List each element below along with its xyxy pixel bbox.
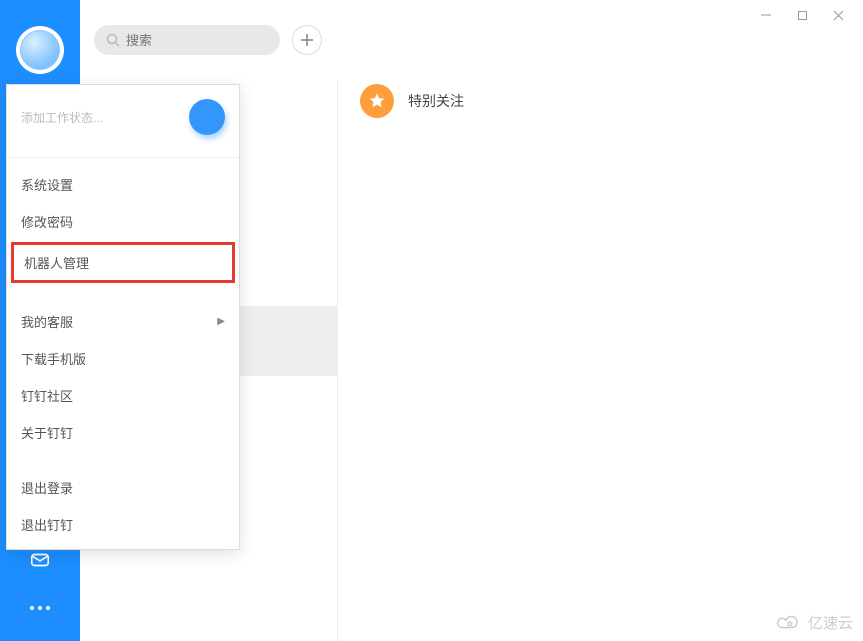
watermark-icon bbox=[774, 614, 802, 632]
maximize-button[interactable] bbox=[795, 8, 809, 22]
menu-download-mobile[interactable]: 下载手机版 bbox=[7, 340, 239, 377]
minimize-button[interactable] bbox=[759, 8, 773, 22]
status-avatar-icon bbox=[189, 99, 225, 135]
search-input[interactable] bbox=[126, 33, 268, 48]
menu-label: 退出登录 bbox=[21, 478, 73, 497]
menu-label: 退出钉钉 bbox=[21, 515, 73, 534]
header-bar bbox=[80, 0, 338, 80]
menu-label: 机器人管理 bbox=[24, 253, 89, 272]
menu-about[interactable]: 关于钉钉 bbox=[7, 414, 239, 451]
close-button[interactable] bbox=[831, 8, 845, 22]
menu-label: 系统设置 bbox=[21, 175, 73, 194]
avatar-image bbox=[20, 30, 60, 70]
status-placeholder: 添加工作状态... bbox=[21, 109, 103, 126]
divider bbox=[7, 157, 239, 158]
menu-label: 关于钉钉 bbox=[21, 423, 73, 442]
menu-label: 修改密码 bbox=[21, 212, 73, 231]
menu-robot-management[interactable]: 机器人管理 bbox=[11, 242, 235, 283]
watermark-text: 亿速云 bbox=[808, 612, 853, 633]
menu-system-settings[interactable]: 系统设置 bbox=[7, 166, 239, 203]
menu-my-service[interactable]: 我的客服 ▶ bbox=[7, 303, 239, 340]
menu-logout[interactable]: 退出登录 bbox=[7, 469, 239, 506]
status-row[interactable]: 添加工作状态... bbox=[7, 85, 239, 153]
profile-dropdown-menu: 添加工作状态... 系统设置 修改密码 机器人管理 我的客服 ▶ 下载手机版 钉… bbox=[6, 84, 240, 550]
more-icon[interactable] bbox=[29, 597, 51, 619]
main-panel: 特别关注 bbox=[338, 0, 863, 641]
avatar[interactable] bbox=[16, 26, 64, 74]
favorites-label: 特别关注 bbox=[408, 91, 464, 111]
menu-change-password[interactable]: 修改密码 bbox=[7, 203, 239, 240]
menu-quit[interactable]: 退出钉钉 bbox=[7, 506, 239, 543]
menu-label: 下载手机版 bbox=[21, 349, 86, 368]
mail-icon[interactable] bbox=[29, 549, 51, 571]
window-controls bbox=[759, 0, 863, 30]
menu-community[interactable]: 钉钉社区 bbox=[7, 377, 239, 414]
watermark: 亿速云 bbox=[774, 612, 853, 633]
search-icon bbox=[106, 33, 120, 47]
search-input-wrap[interactable] bbox=[94, 25, 280, 55]
menu-label: 我的客服 bbox=[21, 312, 73, 331]
star-icon bbox=[360, 84, 394, 118]
chevron-right-icon: ▶ bbox=[217, 316, 225, 327]
favorites-row[interactable]: 特别关注 bbox=[360, 84, 464, 118]
add-button[interactable] bbox=[292, 25, 322, 55]
menu-label: 钉钉社区 bbox=[21, 386, 73, 405]
